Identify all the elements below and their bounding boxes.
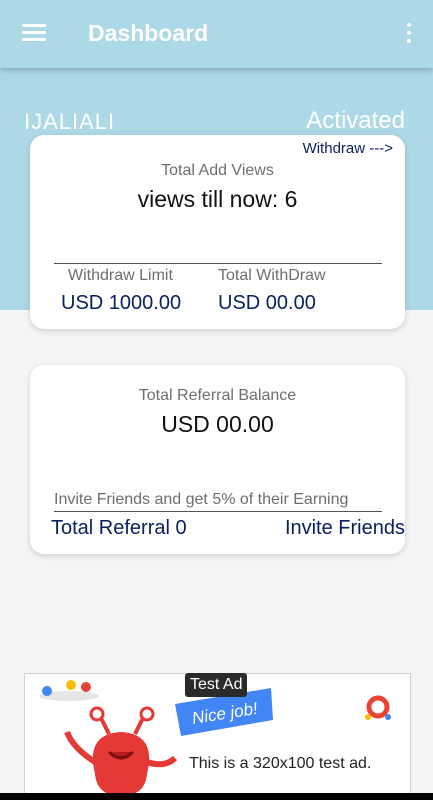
total-withdraw-value: USD 00.00 xyxy=(218,292,316,314)
ad-text: This is a 320x100 test ad. xyxy=(189,755,372,772)
total-referral-label[interactable]: Total Referral 0 xyxy=(51,517,187,540)
invite-friends-button[interactable]: Invite Friends xyxy=(285,517,405,540)
referral-card: Total Referral Balance USD 00.00 Invite … xyxy=(30,365,405,554)
views-count-text: views till now: 6 xyxy=(137,186,298,212)
ball-red xyxy=(81,682,91,692)
page-title: Dashboard xyxy=(88,20,209,46)
views-card: Withdraw ---> Total Add Views views till… xyxy=(30,135,405,329)
hamburger-menu-icon[interactable] xyxy=(22,24,46,42)
total-withdraw-label: Total WithDraw xyxy=(218,267,326,284)
ball-blue xyxy=(42,686,52,696)
withdraw-limit-label: Withdraw Limit xyxy=(68,267,173,284)
bottom-edge xyxy=(0,793,433,800)
withdraw-link[interactable]: Withdraw ---> xyxy=(303,140,393,157)
account-status-label: Activated xyxy=(306,107,405,134)
ad-logo-icon xyxy=(366,695,390,719)
username-label: IJALIALI xyxy=(24,109,116,134)
more-options-icon[interactable] xyxy=(404,22,414,44)
total-ad-views-label: Total Add Views xyxy=(161,162,274,179)
ball-yellow xyxy=(66,680,76,690)
withdraw-limit-value: USD 1000.00 xyxy=(61,292,182,314)
divider xyxy=(54,511,382,512)
referral-balance-label: Total Referral Balance xyxy=(138,387,297,404)
app-bar: Dashboard xyxy=(0,0,433,68)
test-ad-label: Test Ad xyxy=(185,673,248,697)
referral-balance-value: USD 00.00 xyxy=(161,411,274,437)
invite-note: Invite Friends and get 5% of their Earni… xyxy=(54,491,349,508)
divider xyxy=(54,263,382,264)
